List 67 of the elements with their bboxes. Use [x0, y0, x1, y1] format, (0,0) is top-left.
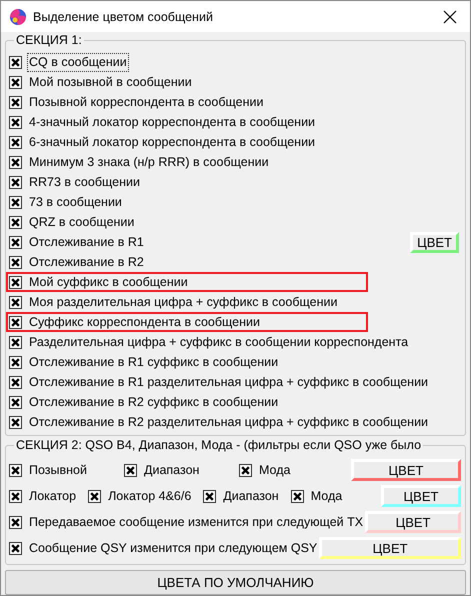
checkbox-label[interactable]: Диапазон	[142, 460, 202, 480]
checkbox-label[interactable]: Мода	[308, 486, 344, 506]
checkbox-label[interactable]: QRZ в сообщении	[27, 212, 136, 232]
checkbox-label[interactable]: Мой позывной в сообщении	[27, 72, 194, 92]
color-button[interactable]: ЦВЕТ	[410, 232, 459, 252]
checkbox[interactable]	[9, 256, 22, 268]
checkbox[interactable]	[9, 376, 22, 388]
checkbox-label[interactable]: Локатор	[27, 486, 78, 506]
checkbox-label[interactable]: Мой суффикс в сообщении	[27, 272, 190, 292]
checkbox[interactable]	[9, 176, 22, 188]
checkbox[interactable]	[88, 490, 102, 502]
checkbox[interactable]	[9, 464, 22, 476]
checkbox-label[interactable]: Диапазон	[221, 486, 281, 506]
checkbox[interactable]	[9, 490, 22, 502]
checkbox[interactable]	[9, 76, 22, 88]
checkbox-label[interactable]: Сообщение QSY изменится при следующем QSY	[27, 538, 320, 558]
checkbox[interactable]	[290, 490, 304, 502]
checkbox-label[interactable]: 73 в сообщении	[27, 192, 124, 212]
default-colors-button[interactable]: ЦВЕТА ПО УМОЛЧАНИЮ	[5, 570, 466, 595]
checkbox-label[interactable]: Позывной корреспондента в сообщении	[27, 92, 266, 112]
checkbox[interactable]	[9, 416, 22, 428]
checkbox[interactable]	[9, 196, 22, 208]
checkbox-label[interactable]: Отслеживание в R1 суффикс в сообщении	[27, 352, 280, 372]
app-logo-icon	[9, 8, 27, 26]
window-title: Выделение цветом сообщений	[33, 10, 214, 24]
checkbox-label[interactable]: Позывной	[27, 460, 89, 480]
checkbox[interactable]	[9, 356, 22, 368]
checkbox-label[interactable]: Локатор 4&6/6	[106, 486, 194, 506]
checkbox[interactable]	[9, 236, 22, 248]
group-legend: СЕКЦИЯ 2: QSO B4, Диапазон, Мода - (фильтры если QSO уже было	[14, 438, 424, 453]
color-button[interactable]: ЦВЕТ	[365, 511, 461, 533]
checkbox[interactable]	[9, 296, 22, 308]
checkbox[interactable]	[9, 516, 22, 528]
checkbox-label[interactable]: Отслеживание в R1 разделительная цифра + суффикс в сообщении	[27, 372, 430, 392]
checkbox-label[interactable]: 4-значный локатор корреспондента в сообщении	[27, 112, 318, 132]
checkbox-label[interactable]: Мода	[257, 460, 292, 480]
group-legend: СЕКЦИЯ 1:	[14, 33, 84, 48]
checkbox[interactable]	[9, 336, 22, 348]
checkbox-label[interactable]: Передаваемое сообщение изменится при следующей TX	[27, 512, 366, 532]
checkbox-label[interactable]: Отслеживание в R2 разделительная цифра + суффикс в сообщении	[27, 412, 430, 432]
checkbox[interactable]	[124, 464, 137, 476]
color-button[interactable]: ЦВЕТ	[381, 485, 461, 507]
checkbox-label[interactable]: Разделительная цифра + суффикс в сообщении корреспондента	[27, 332, 410, 352]
checkbox[interactable]	[9, 116, 22, 128]
checkbox[interactable]	[9, 136, 22, 148]
checkbox-label[interactable]: 6-значный локатор корреспондента в сообщении	[27, 132, 318, 152]
checkbox-label[interactable]: RR73 в сообщении	[27, 172, 142, 192]
color-button[interactable]: ЦВЕТ	[319, 537, 461, 559]
checkbox-label[interactable]: Суффикс корреспондента в сообщении	[27, 312, 262, 332]
checkbox[interactable]	[9, 156, 22, 168]
checkbox[interactable]	[239, 464, 252, 476]
checkbox[interactable]	[9, 56, 22, 68]
close-icon[interactable]	[443, 10, 457, 24]
checkbox-label[interactable]: Отслеживание в R1	[27, 232, 146, 252]
checkbox[interactable]	[9, 396, 22, 408]
checkbox-label[interactable]: Отслеживание в R2	[27, 252, 146, 272]
checkbox[interactable]	[9, 542, 22, 554]
checkbox-label[interactable]: Моя разделительная цифра + суффикс в сообщении	[27, 292, 340, 312]
checkbox[interactable]	[9, 276, 22, 288]
checkbox-label[interactable]: Отслеживание в R2 суффикс в сообщении	[27, 392, 280, 412]
checkbox-label[interactable]: CQ в сообщении	[27, 52, 129, 72]
checkbox[interactable]	[203, 490, 216, 502]
checkbox-label[interactable]: Минимум 3 знака (н/р RRR) в сообщении	[27, 152, 271, 172]
checkbox[interactable]	[9, 316, 22, 328]
checkbox[interactable]	[9, 96, 22, 108]
checkbox[interactable]	[9, 216, 22, 228]
color-button[interactable]: ЦВЕТ	[351, 459, 461, 481]
